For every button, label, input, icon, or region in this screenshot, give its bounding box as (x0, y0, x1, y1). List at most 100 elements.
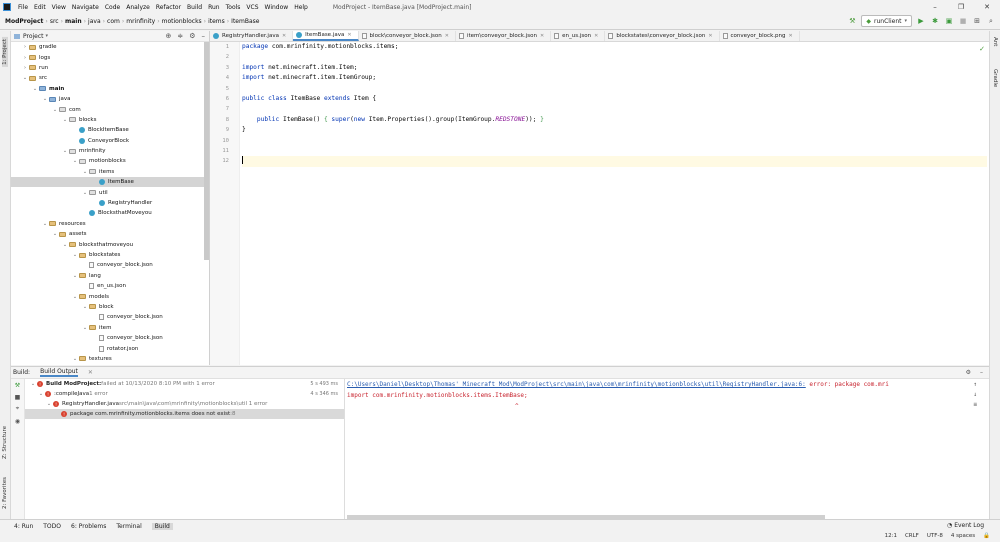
project-structure-icon[interactable]: ⊞ (972, 16, 982, 26)
tree-row[interactable]: en_us.json (11, 281, 209, 291)
gear-icon[interactable]: ⚙ (966, 369, 971, 376)
tree-row[interactable]: ConveyorBlock (11, 136, 209, 146)
pin-icon[interactable]: ⌖ (11, 403, 24, 415)
chevron-down-icon[interactable]: ⌄ (61, 242, 69, 248)
tree-row[interactable]: › gradle (11, 42, 209, 52)
search-icon[interactable]: ⌕ (986, 16, 996, 26)
chevron-down-icon[interactable]: ⌄ (81, 169, 89, 175)
chevron-down-icon[interactable]: ⌄ (61, 148, 69, 154)
editor-tab[interactable]: blockstates\conveyor_block.json ✕ (605, 31, 720, 41)
structure-tool-button[interactable]: Z: Structure (2, 426, 8, 459)
locate-icon[interactable]: ⊕ (165, 31, 171, 42)
menu-item-run[interactable]: Run (205, 4, 223, 11)
code-line[interactable]: import net.minecraft.item.ItemGroup; (242, 73, 987, 83)
inspection-ok-icon[interactable]: ✓ (979, 45, 985, 53)
hide-icon[interactable]: – (202, 31, 206, 42)
tool-tab-terminal[interactable]: Terminal (116, 523, 141, 530)
editor-tab[interactable]: ItemBase.java ✕ (293, 31, 359, 41)
chevron-down-icon[interactable]: ⌄ (41, 96, 49, 102)
breadcrumb-item[interactable]: java (86, 18, 103, 25)
chevron-down-icon[interactable]: ⌄ (37, 391, 45, 397)
chevron-down-icon[interactable]: ⌄ (71, 252, 79, 258)
tab-build-output[interactable]: Build Output (40, 368, 78, 377)
close-icon[interactable]: ✕ (445, 33, 449, 39)
tree-row[interactable]: BlocksthatMoveyou (11, 208, 209, 218)
debug-icon[interactable]: ✱ (930, 16, 940, 26)
chevron-down-icon[interactable]: ⌄ (29, 381, 37, 387)
file-encoding[interactable]: UTF-8 (927, 533, 943, 539)
tree-row[interactable]: ⌄ motionblocks (11, 156, 209, 166)
tree-row[interactable]: conveyor_block.json (11, 260, 209, 270)
chevron-down-icon[interactable]: ⌄ (81, 325, 89, 331)
build-tree-row[interactable]: ⌄! RegistryHandler.java src\main\java\com… (25, 399, 344, 409)
tree-row[interactable]: ⌄ src (11, 73, 209, 83)
code-line[interactable]: package com.mrinfinity.motionblocks.item… (242, 42, 987, 52)
menu-item-window[interactable]: Window (262, 4, 292, 11)
tree-row[interactable]: ⌄ assets (11, 229, 209, 239)
stop-icon[interactable]: ■ (958, 16, 968, 26)
soft-wrap-icon[interactable]: ≡ (973, 401, 977, 408)
menu-item-vcs[interactable]: VCS (243, 4, 261, 11)
breadcrumb-item[interactable]: items (206, 18, 227, 25)
tree-row[interactable]: ⌄ textures (11, 354, 209, 364)
editor-tab[interactable]: RegistryHandler.java ✕ (210, 31, 294, 41)
chevron-right-icon[interactable]: › (21, 65, 29, 71)
chevron-down-icon[interactable]: ⌄ (45, 401, 53, 407)
coverage-icon[interactable]: ▣ (944, 16, 954, 26)
tree-row[interactable]: conveyor_block.json (11, 333, 209, 343)
chevron-down-icon[interactable]: ⌄ (21, 75, 29, 81)
rebuild-icon[interactable]: ⚒ (11, 379, 24, 391)
breadcrumb-item[interactable]: ModProject (3, 18, 45, 25)
ant-tool-button[interactable]: Ant (992, 37, 998, 46)
chevron-down-icon[interactable]: ⌄ (31, 86, 39, 92)
tree-row[interactable]: conveyor_block.json (11, 312, 209, 322)
editor-tab[interactable]: block\conveyor_block.json ✕ (359, 31, 456, 41)
close-icon[interactable]: ✕ (788, 33, 792, 39)
code-line[interactable]: import net.minecraft.item.Item; (242, 63, 987, 73)
hide-icon[interactable]: – (980, 369, 983, 376)
code-line[interactable] (242, 146, 987, 156)
tree-row[interactable]: BlockItemBase (11, 125, 209, 135)
chevron-right-icon[interactable]: › (21, 44, 29, 50)
build-hammer-icon[interactable]: ⚒ (847, 16, 857, 26)
tree-row[interactable]: › logs (11, 52, 209, 62)
favorites-tool-button[interactable]: 2: Favorites (2, 477, 8, 509)
code-line[interactable]: public ItemBase() { super(new Item.Prope… (242, 115, 987, 125)
code-line[interactable]: } (242, 125, 987, 135)
tree-row[interactable]: ⌄ java (11, 94, 209, 104)
close-icon[interactable]: ✕ (347, 32, 351, 38)
indent-setting[interactable]: 4 spaces (951, 533, 975, 539)
code-line[interactable] (242, 104, 987, 114)
tree-row[interactable]: ⌄ blocksthatmoveyou (11, 239, 209, 249)
tree-row[interactable]: ⌄ blocks (11, 115, 209, 125)
tree-row[interactable]: ⌄ resources (11, 219, 209, 229)
close-icon[interactable]: ✕ (282, 33, 286, 39)
build-tree-row[interactable]: ⌄!:compileJava 1 error 4 s 346 ms (25, 389, 344, 399)
tree-row[interactable]: ⌄ util (11, 187, 209, 197)
chevron-down-icon[interactable]: ⌄ (61, 117, 69, 123)
run-config-select[interactable]: ◆ runClient ▾ (861, 15, 912, 27)
tree-row[interactable]: ⌄ main (11, 84, 209, 94)
code-line[interactable] (242, 136, 987, 146)
menu-item-code[interactable]: Code (102, 4, 123, 11)
tree-row[interactable]: › run (11, 63, 209, 73)
project-panel-title[interactable]: Project (23, 33, 44, 40)
gradle-tool-button[interactable]: Gradle (992, 69, 998, 87)
breadcrumb-item[interactable]: main (63, 18, 84, 25)
build-tree-row[interactable]: ! package com.mrinfinity.motionblocks.ite… (25, 409, 344, 419)
gear-icon[interactable]: ⚙ (189, 31, 195, 42)
lock-icon[interactable]: 🔒 (983, 533, 990, 539)
menu-item-tools[interactable]: Tools (223, 4, 244, 11)
filter-icon[interactable]: ◉ (11, 415, 24, 427)
menu-item-view[interactable]: View (49, 4, 69, 11)
tree-row[interactable]: ⌄ item (11, 323, 209, 333)
breadcrumb-item[interactable]: src (48, 18, 61, 25)
chevron-down-icon[interactable]: ⌄ (51, 107, 59, 113)
build-tree-row[interactable]: ⌄! Build ModProject: failed at 10/13/2020… (25, 379, 344, 389)
tree-row[interactable]: ItemBase (11, 177, 209, 188)
project-scrollbar[interactable] (204, 42, 209, 260)
minimize-button[interactable]: – (922, 0, 948, 14)
editor-tab[interactable]: en_us.json ✕ (551, 31, 606, 41)
scroll-down-icon[interactable]: ↓ (973, 391, 977, 398)
tree-row[interactable]: ⌄ items (11, 167, 209, 177)
